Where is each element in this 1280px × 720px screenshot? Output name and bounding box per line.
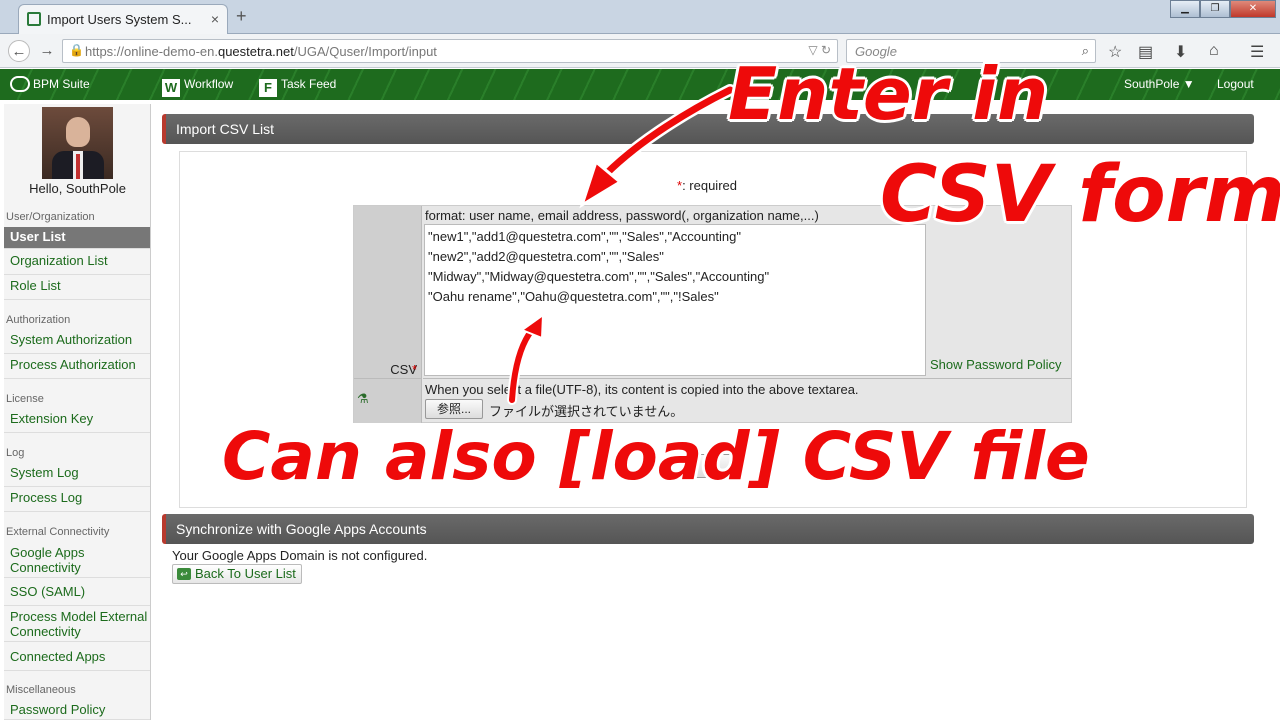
- annotation-enter-in: Enter in: [728, 52, 1049, 136]
- annotation-arrows: [507, 84, 736, 405]
- annotation-csv-form: CSV form: [880, 150, 1280, 240]
- annotation-load-csv: Can also [load] CSV file: [222, 418, 1090, 495]
